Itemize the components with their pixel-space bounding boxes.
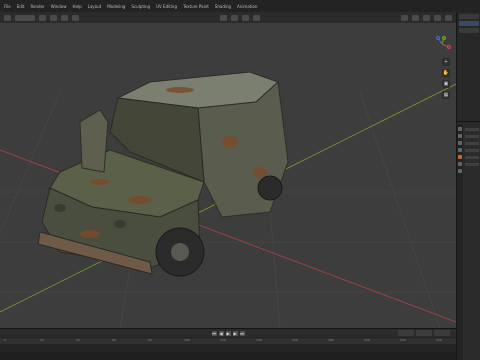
ruler-tick: 220 <box>400 338 406 342</box>
ruler-tick: 120 <box>220 338 226 342</box>
camera-view-icon[interactable]: ▣ <box>442 80 450 88</box>
property-row <box>465 135 479 138</box>
properties-editor <box>457 124 480 360</box>
frame-range <box>398 330 450 336</box>
ruler-tick: 180 <box>328 338 334 342</box>
open-door <box>79 109 109 173</box>
headlight-right <box>114 220 126 228</box>
right-panel <box>456 12 480 360</box>
workspace-tab-modeling[interactable]: Modeling <box>107 4 125 9</box>
ruler-tick: 0 <box>4 338 6 342</box>
step-back-icon[interactable]: ◀ <box>218 330 224 336</box>
outliner-row-selected[interactable] <box>459 21 479 26</box>
property-row <box>465 163 479 166</box>
jeep-model <box>37 71 289 277</box>
property-row <box>465 149 479 152</box>
ruler-tick: 60 <box>112 338 116 342</box>
menu-item-edit[interactable]: Edit <box>17 4 25 9</box>
ruler-tick: 140 <box>256 338 262 342</box>
ruler-tick: 200 <box>364 338 370 342</box>
viewport-nav-tools: + ✋ ▣ ▦ <box>442 58 450 99</box>
object-tab-icon[interactable] <box>458 155 462 159</box>
output-tab-icon[interactable] <box>458 141 462 145</box>
ruler-tick: 240 <box>436 338 442 342</box>
rear-wheel <box>257 175 283 201</box>
end-frame-field[interactable] <box>434 330 450 336</box>
workspace-tab-sculpting[interactable]: Sculpting <box>131 4 150 9</box>
jump-end-icon[interactable]: ⏭ <box>239 330 245 336</box>
perspective-grid-icon[interactable]: ▦ <box>442 91 450 99</box>
status-bar <box>0 352 456 360</box>
gizmo-z-label: Z <box>437 36 439 40</box>
ruler-tick: 160 <box>292 338 298 342</box>
current-frame-field[interactable] <box>398 330 414 336</box>
property-row <box>465 128 479 131</box>
gizmo-x-label: X <box>448 45 450 49</box>
ruler-tick: 100 <box>184 338 190 342</box>
3d-viewport[interactable]: X Y Z + ✋ ▣ ▦ <box>0 12 456 328</box>
zoom-icon[interactable]: + <box>442 58 450 66</box>
render-tab-icon[interactable] <box>458 134 462 138</box>
property-row <box>465 142 479 145</box>
jump-start-icon[interactable]: ⏮ <box>211 330 217 336</box>
headlight-left <box>54 204 66 212</box>
play-icon[interactable]: ▶ <box>225 330 231 336</box>
property-row <box>465 156 479 159</box>
modifier-tab-icon[interactable] <box>458 162 462 166</box>
workspace-tab-shading[interactable]: Shading <box>215 4 231 9</box>
menu-item-window[interactable]: Window <box>51 4 67 9</box>
outliner-row[interactable] <box>459 28 479 33</box>
workspace-tab-texture[interactable]: Texture Paint <box>183 4 209 9</box>
workspace-tab-animation[interactable]: Animation <box>237 4 257 9</box>
ruler-tick: 20 <box>40 338 44 342</box>
workspace-tab-layout[interactable]: Layout <box>88 4 102 9</box>
timeline-ruler[interactable]: 0 20 40 60 80 100 120 140 160 180 200 22… <box>0 338 456 344</box>
front-wheel-hub <box>171 243 189 261</box>
menu-item-render[interactable]: Render <box>30 4 44 9</box>
step-forward-icon[interactable]: ▶ <box>232 330 238 336</box>
ruler-tick: 80 <box>148 338 152 342</box>
navigation-gizmo[interactable]: X Y Z <box>432 34 452 54</box>
outliner-row[interactable] <box>459 14 479 19</box>
menubar: File Edit Render Window Help Layout Mode… <box>0 0 480 12</box>
workspace-tab-uv[interactable]: UV Editing <box>156 4 177 9</box>
material-tab-icon[interactable] <box>458 169 462 173</box>
properties-tabs <box>457 124 463 360</box>
scene-tab-icon[interactable] <box>458 148 462 152</box>
start-frame-field[interactable] <box>416 330 432 336</box>
tool-tab-icon[interactable] <box>458 127 462 131</box>
pan-hand-icon[interactable]: ✋ <box>442 69 450 77</box>
playback-controls: ⏮ ◀ ▶ ▶ ⏭ <box>0 329 456 337</box>
ruler-tick: 40 <box>76 338 80 342</box>
outliner <box>457 12 480 122</box>
menu-item-help[interactable]: Help <box>72 4 81 9</box>
menu-item-file[interactable]: File <box>4 4 11 9</box>
scene-canvas <box>0 71 456 328</box>
